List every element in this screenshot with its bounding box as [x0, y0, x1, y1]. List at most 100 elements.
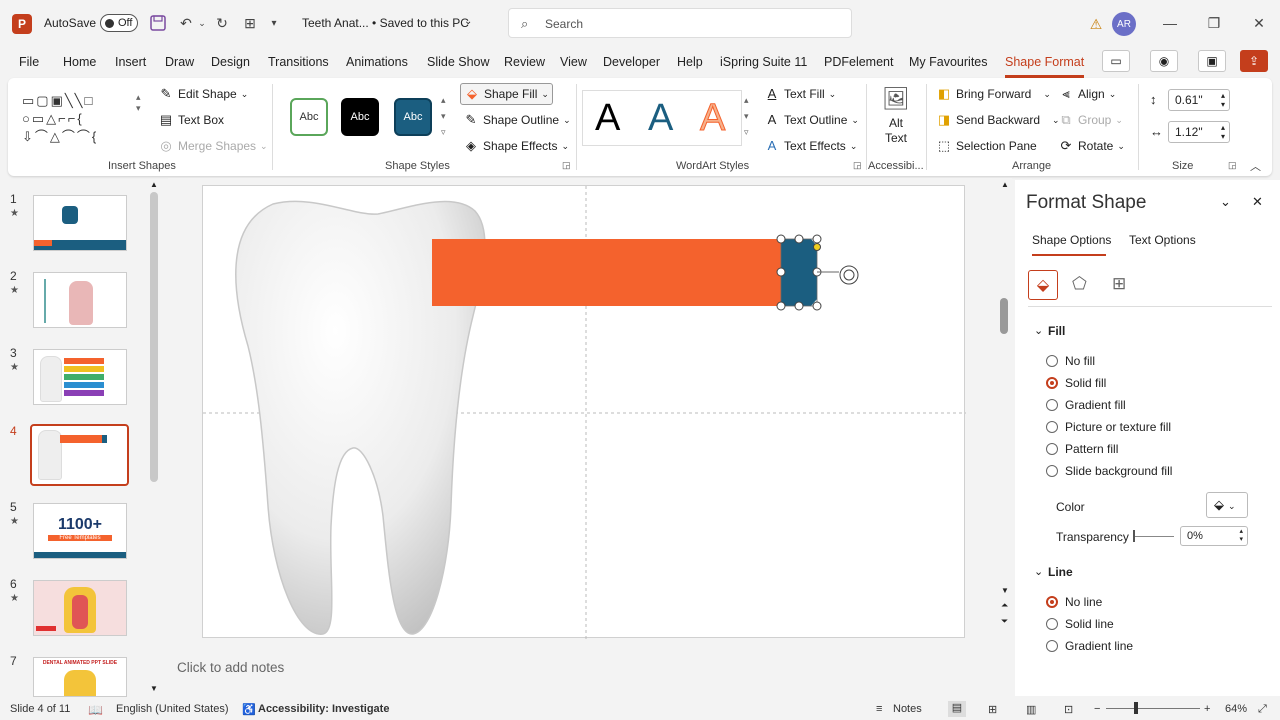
shape-fill-button[interactable]: ⬙ Shape Fill ⌄	[460, 83, 553, 105]
zoom-thumb[interactable]	[1134, 702, 1138, 714]
slide-thumbnail-6[interactable]	[33, 580, 127, 636]
tab-view[interactable]: View	[560, 55, 587, 69]
wordart-scroll-icon[interactable]: ▴ ▾ ▿	[744, 92, 749, 140]
zoom-slider[interactable]	[1106, 708, 1200, 709]
slide-sorter-icon[interactable]: ⊞	[988, 703, 997, 716]
document-title[interactable]: Teeth Anat... • Saved to this PC	[302, 16, 469, 30]
save-icon[interactable]	[148, 13, 168, 33]
comments-icon[interactable]: ▭	[1102, 50, 1130, 72]
tab-review[interactable]: Review	[504, 55, 545, 69]
shape-style-3[interactable]: Abc	[394, 98, 432, 136]
zoom-level[interactable]: 64%	[1225, 703, 1247, 715]
tab-insert[interactable]: Insert	[115, 55, 146, 69]
radio-solid-line[interactable]: Solid line	[1046, 617, 1114, 631]
accessibility-status[interactable]: Accessibility: Investigate	[258, 703, 389, 715]
width-field[interactable]: 1.12" ▴ ▾	[1168, 121, 1230, 143]
scroll-down-icon[interactable]: ▼	[1001, 586, 1009, 595]
text-effects-button[interactable]: A Text Effects ⌄	[764, 138, 858, 154]
pane-options-icon[interactable]: ⌄	[1220, 194, 1231, 210]
spellcheck-icon[interactable]: 📖	[88, 703, 103, 717]
line-section-header[interactable]: Line	[1048, 565, 1073, 579]
fill-line-icon[interactable]: ⬙	[1028, 270, 1058, 300]
tab-design[interactable]: Design	[211, 55, 250, 69]
tab-file[interactable]: File	[19, 55, 39, 69]
fit-slide-icon[interactable]: ⤢	[1258, 703, 1267, 716]
shape-style-1[interactable]: Abc	[290, 98, 328, 136]
previous-slide-icon[interactable]: ⏶	[1001, 600, 1008, 611]
line-chevron-icon[interactable]: ⌄	[1034, 565, 1043, 578]
search-input[interactable]: Search	[545, 17, 583, 31]
tab-shape-format[interactable]: Shape Format	[1005, 55, 1085, 78]
normal-view-icon[interactable]: ▤	[948, 701, 966, 717]
text-outline-button[interactable]: A Text Outline ⌄	[764, 112, 859, 128]
scroll-up-icon[interactable]: ▲	[1001, 180, 1009, 189]
radio-picture-fill[interactable]: Picture or texture fill	[1046, 420, 1171, 434]
tab-home[interactable]: Home	[63, 55, 96, 69]
dialog-launcher-icon[interactable]: ◲	[562, 160, 571, 171]
tab-animations[interactable]: Animations	[346, 55, 408, 69]
align-button[interactable]: ⫷ Align ⌄	[1058, 86, 1116, 102]
transparency-slider[interactable]	[1134, 536, 1174, 537]
transparency-field[interactable]: 0% ▴ ▾	[1180, 526, 1248, 546]
present-teams-icon[interactable]: ▣	[1198, 50, 1226, 72]
slide-thumbnail-1[interactable]	[33, 195, 127, 251]
language-status[interactable]: English (United States)	[116, 703, 229, 715]
edit-shape-button[interactable]: ✎ Edit Shape ⌄	[158, 86, 249, 102]
shape-effects-button[interactable]: ◈ Shape Effects ⌄	[463, 138, 569, 154]
tab-text-options[interactable]: Text Options	[1129, 233, 1196, 247]
wordart-style-1[interactable]: A	[595, 98, 620, 138]
height-field[interactable]: 0.61" ▴ ▾	[1168, 89, 1230, 111]
rotate-button[interactable]: ⟳ Rotate ⌄	[1058, 138, 1125, 154]
notes-icon[interactable]: ≡	[876, 703, 882, 715]
slideshow-icon[interactable]: ⊡	[1064, 703, 1073, 716]
zoom-out-icon[interactable]: −	[1094, 703, 1100, 715]
tab-slide-show[interactable]: Slide Show	[427, 55, 490, 69]
radio-gradient-line[interactable]: Gradient line	[1046, 639, 1133, 653]
tab-developer[interactable]: Developer	[603, 55, 660, 69]
tab-my-favourites[interactable]: My Favourites	[909, 55, 988, 69]
warning-icon[interactable]: ⚠	[1086, 14, 1106, 34]
gallery-scroll-icon[interactable]: ▴ ▾	[136, 92, 141, 114]
dialog-launcher-icon[interactable]: ◲	[853, 160, 862, 171]
tab-ispring[interactable]: iSpring Suite 11	[720, 55, 807, 69]
accessibility-icon[interactable]: ♿	[242, 703, 256, 716]
styles-scroll-icon[interactable]: ▴ ▾ ▿	[441, 92, 446, 140]
reading-view-icon[interactable]: ▥	[1026, 703, 1036, 716]
tab-transitions[interactable]: Transitions	[268, 55, 329, 69]
radio-no-fill[interactable]: No fill	[1046, 354, 1095, 368]
fill-section-header[interactable]: Fill	[1048, 324, 1065, 338]
slide-thumbnail-4[interactable]	[30, 424, 129, 486]
size-properties-icon[interactable]: ⊞	[1112, 274, 1126, 294]
record-icon[interactable]: ◉	[1150, 50, 1178, 72]
tab-shape-options[interactable]: Shape Options	[1032, 233, 1111, 247]
avatar[interactable]: AR	[1112, 12, 1136, 36]
close-pane-icon[interactable]: ✕	[1252, 194, 1263, 210]
slide-thumbnail-3[interactable]	[33, 349, 127, 405]
group-button[interactable]: ⧉ Group ⌄	[1058, 112, 1123, 128]
customize-toolbar-icon[interactable]: ▾	[266, 13, 282, 33]
slide-thumbnail-2[interactable]	[33, 272, 127, 328]
slide-thumbnail-7[interactable]: DENTAL ANIMATED PPT SLIDE	[33, 657, 127, 697]
zoom-in-icon[interactable]: +	[1204, 703, 1210, 715]
shape-outline-button[interactable]: ✎ Shape Outline ⌄	[463, 112, 571, 128]
bring-forward-button[interactable]: ◧ Bring Forward ⌄	[936, 86, 1051, 102]
slider-thumb[interactable]	[1133, 530, 1135, 542]
dialog-launcher-icon[interactable]: ◲	[1228, 160, 1237, 171]
text-fill-button[interactable]: A Text Fill ⌄	[764, 86, 837, 102]
close-icon[interactable]: ✕	[1249, 13, 1269, 33]
tab-draw[interactable]: Draw	[165, 55, 194, 69]
alt-text-button[interactable]: 🖼 Alt Text	[876, 86, 916, 146]
radio-gradient-fill[interactable]: Gradient fill	[1046, 398, 1126, 412]
chevron-down-icon[interactable]: ⌄	[464, 16, 472, 27]
wordart-style-3[interactable]: A	[699, 98, 725, 139]
radio-solid-fill[interactable]: Solid fill	[1046, 376, 1106, 390]
minimize-icon[interactable]: —	[1160, 13, 1180, 33]
undo-dropdown-icon[interactable]: ⌄	[197, 13, 207, 33]
radio-pattern-fill[interactable]: Pattern fill	[1046, 442, 1118, 456]
thumbnails-scrollbar[interactable]	[150, 192, 158, 482]
selection-pane-button[interactable]: ⬚ Selection Pane	[936, 138, 1037, 154]
share-icon[interactable]: ⇪	[1240, 50, 1268, 72]
collapse-ribbon-icon[interactable]: ︿	[1250, 158, 1261, 174]
restore-icon[interactable]: ❐	[1204, 13, 1224, 33]
text-box-button[interactable]: ▤ Text Box	[158, 112, 224, 128]
